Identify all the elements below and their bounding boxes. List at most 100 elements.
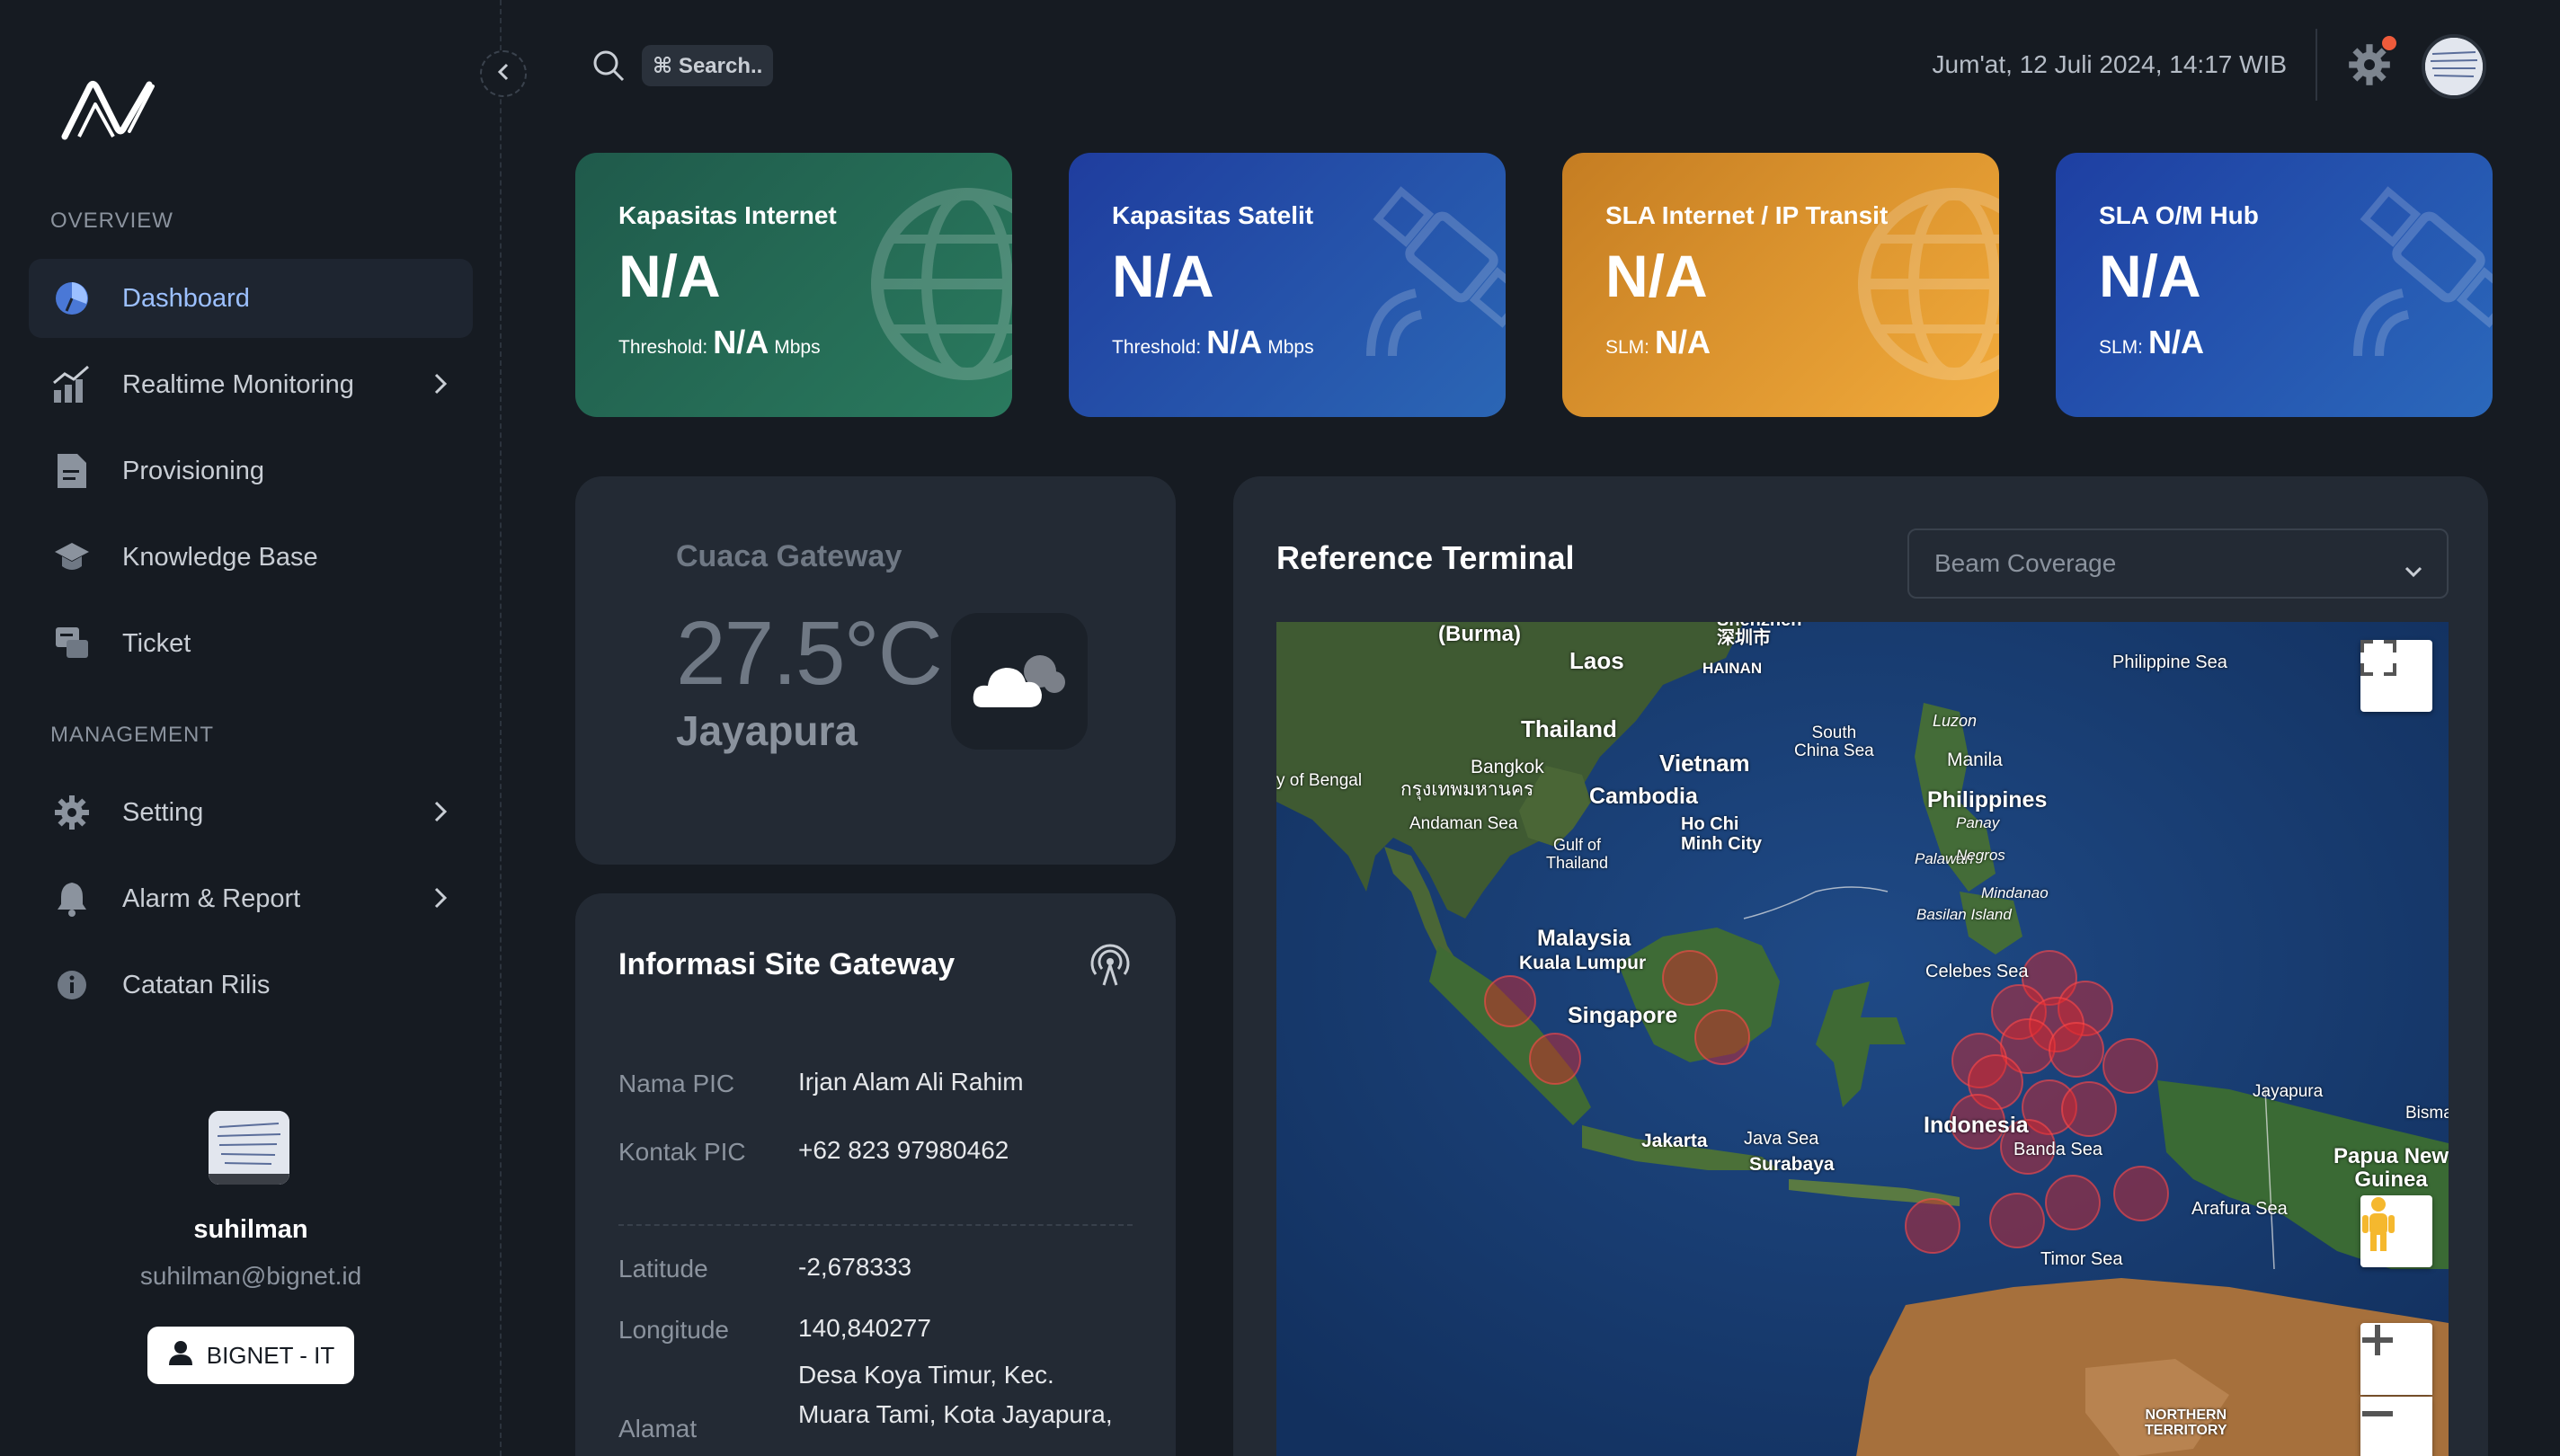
- map-label: Papua New Guinea: [2333, 1144, 2449, 1192]
- section-label-management: MANAGEMENT: [50, 723, 215, 747]
- map-label: Thailand: [1521, 715, 1617, 742]
- map-label: Negros: [1956, 847, 2005, 864]
- globe-icon: [1855, 185, 1999, 387]
- gear-icon: [50, 791, 93, 834]
- map-label: Bisma: [2405, 1104, 2449, 1123]
- map-label: Malaysia: [1537, 926, 1631, 951]
- chevron-right-icon: [433, 800, 448, 830]
- site-row-value: Muara Tami, Kota Jayapura,: [798, 1400, 1113, 1428]
- user-icon: [167, 1339, 194, 1372]
- antenna-icon: [1088, 942, 1133, 991]
- collapse-sidebar-button[interactable]: [480, 50, 527, 97]
- sidebar-item-label: Realtime Monitoring: [122, 369, 354, 399]
- graduation-cap-icon: [50, 536, 93, 579]
- chevron-right-icon: [433, 886, 448, 917]
- bell-icon: [50, 877, 93, 920]
- notification-dot: [2382, 36, 2396, 50]
- globe-icon: [868, 185, 1012, 387]
- sidebar-item-catatan-rilis[interactable]: Catatan Rilis: [29, 946, 473, 1025]
- map-title: Reference Terminal: [1276, 539, 1575, 576]
- map-label: (Burma): [1438, 622, 1522, 646]
- map-label: Philippines: [1927, 787, 2048, 812]
- sidebar-item-alarm-report[interactable]: Alarm & Report: [29, 859, 473, 938]
- zoom-in-button[interactable]: [2360, 1323, 2432, 1395]
- map-label: Celebes Sea: [1925, 962, 2029, 981]
- kpi-sub-value: N/A: [713, 324, 769, 360]
- map-label: South China Sea: [1794, 724, 1874, 760]
- kpi-card-kapasitas-satelit: Kapasitas Satelit N/A Threshold: N/A Mbp…: [1069, 153, 1506, 417]
- map-label: Andaman Sea: [1409, 814, 1518, 833]
- document-icon: [50, 449, 93, 493]
- map-label: Jayapura: [2253, 1082, 2324, 1101]
- beam-coverage-select[interactable]: Beam Coverage: [1907, 528, 2449, 599]
- kpi-sub-label: SLM:: [2099, 337, 2144, 358]
- street-view-button[interactable]: [2360, 1195, 2432, 1267]
- ticket-icon: [50, 622, 93, 665]
- site-row-label: Latitude: [618, 1255, 708, 1283]
- sidebar-item-realtime-monitoring[interactable]: Realtime Monitoring: [29, 345, 473, 424]
- weather-city: Jayapura: [676, 707, 858, 754]
- map-label: Vietnam: [1659, 750, 1750, 777]
- map-label: Manila: [1947, 750, 2003, 770]
- map-label: Indonesia: [1924, 1113, 2029, 1138]
- map-label: Jakarta: [1641, 1131, 1708, 1151]
- map-label: Timor Sea: [2040, 1249, 2123, 1269]
- kpi-sub-value: N/A: [1206, 324, 1263, 360]
- settings-gear-icon[interactable]: [2348, 43, 2391, 86]
- kpi-sub-value: N/A: [1655, 324, 1711, 360]
- site-row-value: Irjan Alam Ali Rahim: [798, 1068, 1024, 1096]
- chart-icon: [50, 363, 93, 406]
- fullscreen-button[interactable]: [2360, 640, 2432, 712]
- sidebar-item-setting[interactable]: Setting: [29, 773, 473, 852]
- sidebar-item-dashboard[interactable]: Dashboard: [29, 259, 473, 338]
- chevron-right-icon: [433, 372, 448, 403]
- bignet-logo[interactable]: [59, 79, 164, 142]
- map-view[interactable]: (Burma) Shenzhen 深圳市 Laos HAINAN Philipp…: [1276, 622, 2449, 1456]
- map-label: Ho Chi Minh City: [1681, 814, 1762, 854]
- section-label-overview: OVERVIEW: [50, 209, 173, 233]
- sidebar-item-label: Knowledge Base: [122, 542, 318, 572]
- map-label: Surabaya: [1749, 1154, 1835, 1175]
- zoom-out-button[interactable]: [2360, 1397, 2432, 1456]
- divider: [2316, 29, 2317, 101]
- satellite-icon: [2340, 185, 2493, 369]
- weather-title: Cuaca Gateway: [676, 539, 902, 573]
- weather-temperature: 27.5°C: [676, 603, 943, 704]
- sidebar-item-label: Provisioning: [122, 456, 264, 485]
- search-icon[interactable]: [591, 49, 626, 87]
- user-avatar[interactable]: [2422, 34, 2486, 99]
- site-row-label: Longitude: [618, 1316, 730, 1344]
- map-label: Mindanao: [1981, 884, 2049, 901]
- site-title: Informasi Site Gateway: [618, 947, 956, 981]
- search-input[interactable]: ⌘ Search..: [642, 45, 774, 86]
- kpi-sub-label: Threshold:: [618, 337, 708, 358]
- map-label: Java Sea: [1744, 1129, 1819, 1149]
- site-row-value: -2,678333: [798, 1253, 912, 1281]
- map-label: Philippine Sea: [2112, 653, 2227, 672]
- map-label: Arafura Sea: [2191, 1199, 2288, 1219]
- kpi-card-kapasitas-internet: Kapasitas Internet N/A Threshold: N/A Mb…: [575, 153, 1012, 417]
- map-label: Shenzhen 深圳市: [1717, 622, 1801, 648]
- dashboard-icon: [50, 277, 93, 320]
- site-row-label: Nama PIC: [618, 1070, 735, 1097]
- map-label: Gulf of Thailand: [1546, 836, 1609, 872]
- profile-email: suhilman@bignet.id: [139, 1262, 362, 1290]
- map-label: Luzon: [1933, 712, 1978, 730]
- map-label: Basilan Island: [1916, 906, 2012, 923]
- kpi-sub-unit: Mbps: [1267, 337, 1314, 358]
- sidebar-item-label: Setting: [122, 797, 204, 827]
- chevron-down-icon: [2404, 555, 2423, 584]
- sidebar-item-label: Ticket: [122, 628, 191, 658]
- map-label: Banda Sea: [2013, 1140, 2102, 1159]
- site-row-value: Desa Koya Timur, Kec.: [798, 1361, 1054, 1389]
- sidebar-item-ticket[interactable]: Ticket: [29, 604, 473, 683]
- role-button[interactable]: BIGNET - IT: [147, 1327, 354, 1384]
- sidebar-item-label: Dashboard: [122, 283, 250, 313]
- divider: [618, 1224, 1133, 1226]
- sidebar-item-provisioning[interactable]: Provisioning: [29, 431, 473, 510]
- sidebar: OVERVIEW Dashboard Realtime Monitoring P…: [0, 0, 502, 1456]
- map-label: Cambodia: [1589, 784, 1698, 809]
- site-row-label: Kontak PIC: [618, 1138, 746, 1166]
- map-label: Laos: [1569, 647, 1624, 674]
- sidebar-item-knowledge-base[interactable]: Knowledge Base: [29, 518, 473, 597]
